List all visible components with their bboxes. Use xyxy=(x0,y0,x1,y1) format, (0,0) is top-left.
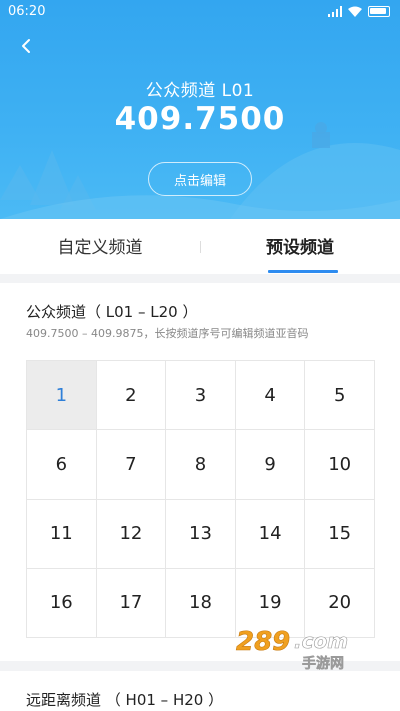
section-subtitle: 409.7500 – 409.9875，长按频道序号可编辑频道亚音码 xyxy=(26,327,309,340)
chevron-left-icon xyxy=(22,39,30,53)
section-title: 远距离频道 （ H01 – H20 ） xyxy=(26,691,224,709)
channel-cell[interactable]: 1 xyxy=(27,361,97,431)
channel-cell[interactable]: 10 xyxy=(305,430,375,500)
long-range-channels-card: 远距离频道 （ H01 – H20 ） xyxy=(0,671,400,711)
channel-cell[interactable]: 3 xyxy=(166,361,236,431)
svg-text:289: 289 xyxy=(236,627,290,657)
signal-icon xyxy=(328,6,342,17)
channel-cell[interactable]: 13 xyxy=(166,499,236,569)
channel-cell[interactable]: 11 xyxy=(27,499,97,569)
header-banner: 06:20 公众频道 L01 409.7500 点击编辑 xyxy=(0,0,400,219)
channel-cell[interactable]: 4 xyxy=(235,361,306,431)
svg-text:手游网: 手游网 xyxy=(302,655,344,672)
channel-grid: 1 2 3 4 5 6 7 8 9 10 11 12 13 14 15 16 1… xyxy=(26,360,375,638)
section-title: 公众频道（ L01 – L20 ） xyxy=(26,303,198,321)
status-bar: 06:20 xyxy=(0,0,400,24)
channel-cell[interactable]: 8 xyxy=(166,430,236,500)
frequency-value: 409.7500 xyxy=(114,101,286,137)
battery-icon xyxy=(368,6,390,17)
channel-cell[interactable]: 16 xyxy=(27,568,97,638)
channel-cell[interactable]: 15 xyxy=(305,499,375,569)
channel-cell[interactable]: 5 xyxy=(305,361,375,431)
watermark-logo: 289 .com 手游网 xyxy=(236,627,349,672)
channel-cell[interactable]: 6 xyxy=(27,430,97,500)
channel-title: 公众频道 L01 xyxy=(145,81,255,101)
channel-cell[interactable]: 7 xyxy=(96,430,167,500)
channel-cell[interactable]: 9 xyxy=(235,430,306,500)
channel-cell[interactable]: 18 xyxy=(166,568,236,638)
status-time: 06:20 xyxy=(8,4,46,19)
channel-tabs: 自定义频道 预设频道 xyxy=(0,219,400,274)
active-tab-indicator xyxy=(268,270,338,273)
tab-custom-channels[interactable]: 自定义频道 xyxy=(0,233,200,258)
tab-preset-channels[interactable]: 预设频道 xyxy=(200,233,400,258)
channel-cell[interactable]: 12 xyxy=(96,499,167,569)
channel-cell[interactable]: 17 xyxy=(96,568,167,638)
channel-cell[interactable]: 14 xyxy=(235,499,306,569)
wifi-icon xyxy=(348,6,362,17)
back-button[interactable] xyxy=(16,36,36,56)
channel-cell[interactable]: 2 xyxy=(96,361,167,431)
edit-button[interactable]: 点击编辑 xyxy=(148,162,252,196)
svg-text:.com: .com xyxy=(294,629,348,653)
public-channels-card: 公众频道（ L01 – L20 ） 409.7500 – 409.9875，长按… xyxy=(0,283,400,661)
status-icons xyxy=(328,6,390,17)
